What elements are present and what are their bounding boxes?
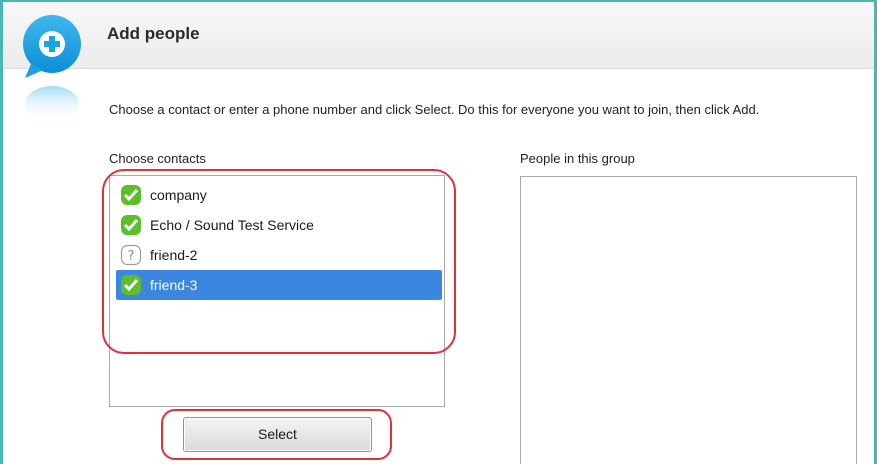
contact-name: friend-3 (150, 277, 198, 293)
contact-item-company[interactable]: company (116, 180, 442, 210)
unknown-status-icon: ? (120, 244, 142, 266)
contact-item-friend-2[interactable]: ? friend-2 (116, 240, 442, 270)
add-people-app-icon (23, 15, 81, 122)
contact-name: Echo / Sound Test Service (150, 217, 314, 233)
contact-item-echo-sound-test[interactable]: Echo / Sound Test Service (116, 210, 442, 240)
dialog-title: Add people (107, 24, 200, 43)
online-check-icon (121, 215, 141, 235)
add-people-dialog: Add people Choose a contact or enter a p… (0, 0, 877, 464)
contact-item-friend-3[interactable]: friend-3 (116, 270, 442, 300)
online-check-icon (121, 275, 141, 295)
instructions-text: Choose a contact or enter a phone number… (109, 102, 760, 117)
svg-text:?: ? (128, 249, 135, 264)
contact-name: company (150, 187, 207, 203)
group-members-list[interactable] (520, 176, 857, 464)
contacts-list[interactable]: company Echo / Sound Test Service ? frie… (109, 175, 445, 407)
choose-contacts-label: Choose contacts (109, 151, 206, 166)
contact-name: friend-2 (150, 247, 198, 263)
select-button[interactable]: Select (183, 417, 372, 452)
people-in-group-label: People in this group (520, 151, 635, 166)
online-check-icon (121, 185, 141, 205)
